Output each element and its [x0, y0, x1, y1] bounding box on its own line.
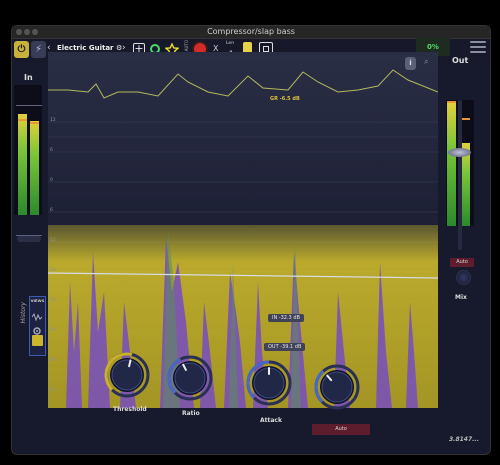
output-gain-handle[interactable] [448, 148, 471, 157]
db-tick-label: 12 [50, 118, 56, 123]
len-label: Len [226, 41, 235, 46]
history-label[interactable]: History [20, 302, 27, 323]
history-view-icon[interactable] [32, 335, 43, 346]
out-readout: OUT -39.1 dB [264, 343, 306, 351]
db-tick-label: 12 [50, 238, 56, 243]
db-tick-label: 6 [50, 208, 53, 213]
db-tick-label: 24 [50, 298, 56, 303]
db-tick-label: 18 [50, 268, 56, 273]
bolt-icon: ⚡ [34, 44, 43, 55]
input-level-left [18, 113, 27, 215]
db-tick-label: 6 [50, 148, 53, 153]
out-label: Out [452, 56, 469, 65]
knob-attack[interactable] [246, 360, 292, 410]
in-label: In [24, 73, 33, 82]
wave-view-icon[interactable] [31, 307, 43, 322]
auto-label: AUTO [184, 40, 189, 52]
power-button[interactable]: ⏻ [14, 41, 29, 58]
in-readout: IN -32.3 dB [268, 314, 304, 322]
menu-icon[interactable] [470, 41, 486, 55]
power-icon: ⏻ [17, 44, 26, 55]
db-tick-label: 30 [50, 328, 56, 333]
knob-release[interactable] [314, 364, 360, 414]
input-meter [14, 85, 42, 236]
knob-threshold[interactable] [104, 352, 150, 402]
preset-label: Electric Guitar [57, 44, 114, 52]
output-peak-left [447, 101, 456, 103]
gain-reduction-line [48, 69, 438, 99]
knob-ratio[interactable] [167, 355, 213, 405]
gr-readout: GR -6.5 dB [270, 96, 300, 102]
zoom-icon[interactable]: ⌕ [424, 57, 428, 67]
mix-knob[interactable] [456, 270, 471, 285]
output-level-left [447, 102, 456, 226]
gear-icon[interactable] [32, 321, 42, 335]
meter-tick [16, 105, 42, 106]
bolt-button[interactable]: ⚡ [31, 41, 46, 58]
db-tick-label: 42 [50, 388, 56, 393]
mix-label: Mix [455, 294, 467, 301]
output-gain-track[interactable] [458, 100, 462, 250]
info-icon[interactable]: i [405, 57, 416, 70]
version-label: 3.8147... [449, 436, 479, 443]
output-auto-button[interactable]: Auto [450, 258, 474, 267]
input-trim-slider[interactable] [17, 236, 41, 242]
output-peak-right [461, 118, 470, 120]
views-label: VIEWS [30, 298, 45, 303]
input-peak-right [30, 122, 39, 124]
input-level-right [30, 121, 39, 215]
knob-label: Ratio [182, 410, 200, 417]
db-tick-label: 36 [50, 358, 56, 363]
auto-button[interactable]: Auto [312, 424, 370, 435]
input-peak-left [18, 119, 27, 121]
knob-label: Threshold [113, 406, 147, 413]
db-tick-label: 0 [50, 178, 53, 183]
knob-label: Attack [260, 417, 282, 424]
preset-name[interactable]: Electric Guitar ⚙ [57, 44, 122, 52]
views-panel: VIEWS [29, 296, 46, 356]
